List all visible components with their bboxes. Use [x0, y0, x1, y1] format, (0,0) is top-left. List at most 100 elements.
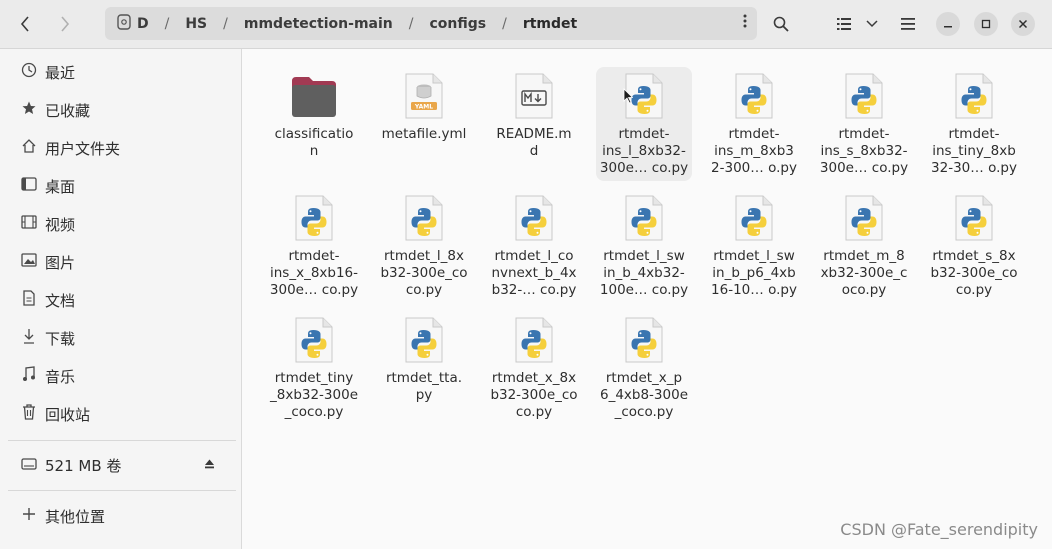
breadcrumb-mmdetection-main[interactable]: mmdetection-main — [238, 16, 399, 32]
mouse-cursor-icon — [623, 88, 633, 104]
watermark: CSDN @Fate_serendipity — [840, 520, 1038, 539]
list-view-icon — [837, 18, 851, 30]
file-item[interactable]: rtmdet_l_sw in_b_p6_4xb 16-10… o.py — [706, 189, 802, 303]
sidebar-item-trash[interactable]: 回收站 — [0, 396, 241, 432]
svg-text:YAML: YAML — [414, 104, 433, 111]
sidebar-item-downloads[interactable]: 下载 — [0, 320, 241, 356]
download-icon — [20, 328, 38, 348]
file-name: rtmdet- ins_m_8xb3 2-300… o.py — [711, 126, 797, 176]
file-item[interactable]: rtmdet_s_8x b32-300e_co co.py — [926, 189, 1022, 303]
back-button[interactable] — [10, 9, 40, 39]
sidebar-item-desktop[interactable]: 桌面 — [0, 168, 241, 204]
file-name: rtmdet_x_8x b32-300e_co co.py — [490, 370, 578, 420]
file-name: rtmdet_x_p 6_4xb8-300e _coco.py — [599, 370, 689, 420]
sidebar-item-pictures[interactable]: 图片 — [0, 244, 241, 280]
file-name: rtmdet_l_8x b32-300e_co co.py — [380, 248, 468, 298]
file-name: README.m d — [496, 126, 572, 159]
path-bar: D / HS / mmdetection-main / configs / rt… — [105, 7, 757, 40]
sidebar-divider — [8, 440, 236, 441]
path-separator: / — [408, 15, 414, 32]
sidebar-item-documents[interactable]: 文档 — [0, 282, 241, 318]
file-item[interactable]: README.m d — [486, 67, 582, 181]
chevron-right-icon — [61, 16, 70, 32]
header-bar: D / HS / mmdetection-main / configs / rt… — [0, 0, 1052, 49]
clock-icon — [20, 62, 38, 82]
path-separator: / — [502, 15, 507, 32]
file-item[interactable]: rtmdet_m_8 xb32-300e_c oco.py — [816, 189, 912, 303]
breadcrumb-configs[interactable]: configs — [423, 16, 492, 32]
file-item[interactable]: rtmdet_l_sw in_b_4xb32- 100e… co.py — [596, 189, 692, 303]
yaml-file-icon: YAML — [402, 72, 446, 120]
path-menu-button[interactable] — [743, 13, 747, 32]
sidebar-item-music[interactable]: 音乐 — [0, 358, 241, 394]
file-item[interactable]: rtmdet- ins_x_8xb16- 300e… co.py — [266, 189, 362, 303]
python-file-icon — [842, 72, 886, 120]
minimize-icon — [944, 26, 952, 28]
breadcrumb-hs[interactable]: HS — [179, 16, 213, 32]
file-item[interactable]: classificatio n — [266, 67, 362, 181]
file-item[interactable]: rtmdet- ins_s_8xb32- 300e… co.py — [816, 67, 912, 181]
sidebar-item-label: 视频 — [45, 215, 76, 234]
sidebar-item-starred[interactable]: 已收藏 — [0, 92, 241, 128]
search-icon — [773, 16, 789, 32]
menu-icon — [901, 18, 915, 30]
eject-icon — [205, 459, 214, 468]
file-name: rtmdet_l_co nvnext_b_4x b32-… co.py — [491, 248, 577, 298]
file-name: rtmdet- ins_tiny_8xb 32-30… o.py — [931, 126, 1017, 176]
file-name: rtmdet- ins_l_8xb32- 300e… co.py — [599, 126, 689, 176]
sidebar-divider — [8, 490, 236, 491]
eject-button[interactable] — [204, 459, 215, 472]
sidebar-item-other-locations[interactable]: 其他位置 — [0, 498, 241, 534]
file-item[interactable]: rtmdet_tta. py — [376, 311, 472, 425]
file-item[interactable]: rtmdet- ins_m_8xb3 2-300… o.py — [706, 67, 802, 181]
sidebar-item-label: 下载 — [45, 329, 76, 348]
file-name: rtmdet_s_8x b32-300e_co co.py — [930, 248, 1018, 298]
file-item[interactable]: rtmdet_x_p 6_4xb8-300e _coco.py — [596, 311, 692, 425]
file-item[interactable]: rtmdet_l_8x b32-300e_co co.py — [376, 189, 472, 303]
view-dropdown-button[interactable] — [860, 9, 884, 39]
file-name: metafile.yml — [381, 126, 467, 142]
view-toggle-button[interactable] — [830, 9, 858, 39]
video-icon — [20, 215, 38, 233]
python-file-icon — [622, 194, 666, 242]
breadcrumb-rtmdet[interactable]: rtmdet — [517, 16, 583, 32]
minimize-button[interactable] — [936, 12, 960, 36]
file-name: rtmdet_l_sw in_b_4xb32- 100e… co.py — [599, 248, 689, 298]
file-item[interactable]: rtmdet- ins_l_8xb32- 300e… co.py — [596, 67, 692, 181]
sidebar-item-label: 文档 — [45, 291, 76, 310]
sidebar-item-label: 已收藏 — [45, 101, 91, 120]
search-button[interactable] — [766, 9, 796, 39]
chevron-down-icon — [866, 20, 878, 28]
file-name: rtmdet_m_8 xb32-300e_c oco.py — [820, 248, 908, 298]
folder-icon — [292, 72, 336, 120]
python-file-icon — [732, 72, 776, 120]
close-button[interactable] — [1011, 12, 1035, 36]
sidebar-item-label: 桌面 — [45, 177, 76, 196]
python-file-icon — [952, 72, 996, 120]
main-menu-button[interactable] — [893, 9, 923, 39]
sidebar-item-label: 用户文件夹 — [45, 139, 121, 158]
file-item[interactable]: YAML metafile.yml — [376, 67, 472, 181]
maximize-button[interactable] — [974, 12, 998, 36]
file-item[interactable]: rtmdet_tiny _8xb32-300e _coco.py — [266, 311, 362, 425]
python-file-icon — [952, 194, 996, 242]
file-name: rtmdet- ins_x_8xb16- 300e… co.py — [269, 248, 359, 298]
file-item[interactable]: rtmdet_x_8x b32-300e_co co.py — [486, 311, 582, 425]
sidebar-item-videos[interactable]: 视频 — [0, 206, 241, 242]
home-icon — [20, 138, 38, 158]
file-name: rtmdet_tta. py — [385, 370, 463, 403]
breadcrumb-drive[interactable]: D — [131, 16, 155, 32]
close-icon — [1018, 19, 1028, 29]
sidebar-item-volume[interactable]: 521 MB 卷 — [0, 447, 241, 483]
star-icon — [20, 101, 38, 119]
python-file-icon — [402, 316, 446, 364]
sidebar-item-label: 图片 — [45, 253, 76, 272]
vertical-dots-icon — [743, 14, 747, 28]
forward-button[interactable] — [50, 9, 80, 39]
sidebar-item-recent[interactable]: 最近 — [0, 54, 241, 90]
sidebar-item-home[interactable]: 用户文件夹 — [0, 130, 241, 166]
file-manager-window: D / HS / mmdetection-main / configs / rt… — [0, 0, 1052, 549]
file-item[interactable]: rtmdet- ins_tiny_8xb 32-30… o.py — [926, 67, 1022, 181]
path-separator: / — [164, 15, 170, 32]
file-item[interactable]: rtmdet_l_co nvnext_b_4x b32-… co.py — [486, 189, 582, 303]
